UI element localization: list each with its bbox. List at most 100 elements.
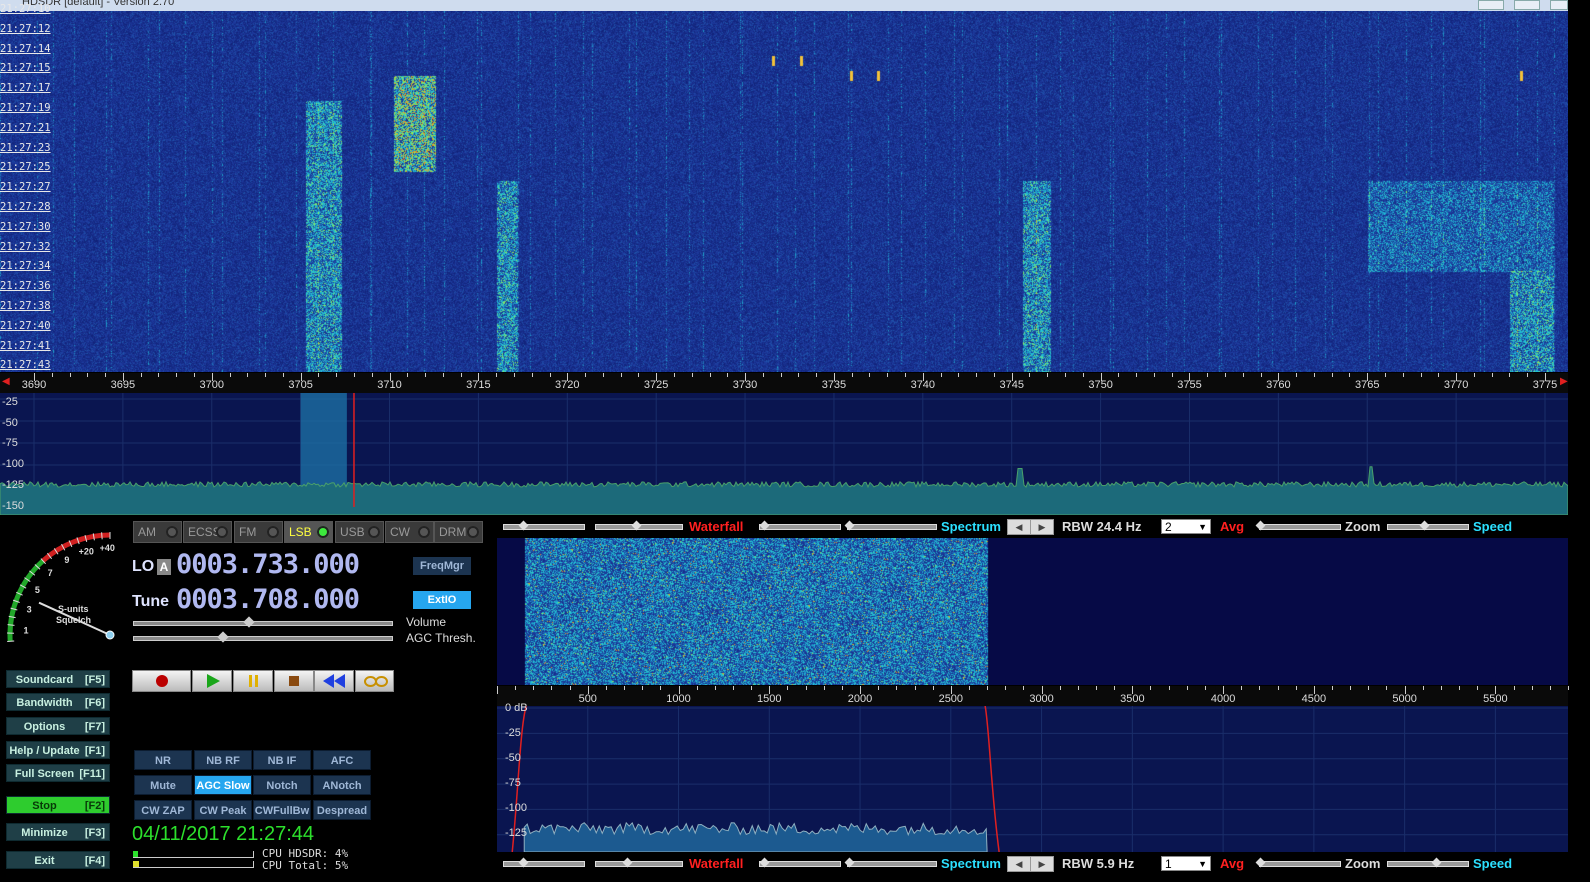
- dsp-mute-button[interactable]: Mute: [134, 775, 192, 795]
- pause-button[interactable]: [233, 670, 273, 692]
- s-meter[interactable]: 1 3 5 7 9 +20 +40 S-units Squelch: [0, 525, 125, 650]
- mode-cw[interactable]: CW: [385, 521, 434, 543]
- mode-ecss[interactable]: ECSS: [183, 521, 232, 543]
- dsp-afc-button[interactable]: AFC: [313, 750, 371, 770]
- spectrum-max-slider-bottom[interactable]: [847, 861, 937, 867]
- extio-button[interactable]: ExtIO: [413, 591, 471, 609]
- loop-button[interactable]: [355, 670, 394, 692]
- audio-scale-tick: [914, 686, 916, 690]
- dsp-cw-zap-button[interactable]: CW ZAP: [134, 800, 192, 820]
- spectrum-min-slider[interactable]: [759, 524, 841, 530]
- zoom-slider[interactable]: [1259, 524, 1341, 530]
- audio-frequency-scale[interactable]: 500 1000 1500 2000 2500 3000 3500 4000 4500 5000 5…: [497, 686, 1569, 706]
- scale-tick: [798, 373, 800, 377]
- scale-tick: [780, 373, 782, 377]
- datetime: 04/11/2017 21:27:44: [132, 823, 315, 845]
- scale-label: 3745: [999, 379, 1024, 391]
- rbw-increase-button[interactable]: ▶: [1030, 519, 1054, 535]
- s-units-caption: S-units: [58, 604, 89, 614]
- scroll-right-icon[interactable]: ▶: [1560, 376, 1568, 387]
- scale-tick: [1349, 373, 1351, 377]
- nav-button-exit[interactable]: Exit [F4]: [6, 851, 110, 869]
- mode-usb[interactable]: USB: [335, 521, 384, 543]
- rbw-decrease-button[interactable]: ◀: [1007, 519, 1031, 535]
- dsp-cw-peak-button[interactable]: CW Peak: [194, 800, 252, 820]
- nav-button-soundcard[interactable]: Soundcard [F5]: [6, 670, 110, 688]
- main-waterfall[interactable]: [0, 11, 1568, 372]
- spectrum-label-bottom: Spectrum: [941, 856, 1001, 871]
- dsp-nb-rf-button[interactable]: NB RF: [194, 750, 252, 770]
- mode-am[interactable]: AM: [133, 521, 182, 543]
- rbw-increase-button-bottom[interactable]: ▶: [1030, 856, 1054, 872]
- rewind-button[interactable]: [314, 670, 354, 692]
- maximize-window-button[interactable]: [1514, 0, 1540, 10]
- dsp-nr-button[interactable]: NR: [134, 750, 192, 770]
- rbw-decrease-button-bottom[interactable]: ◀: [1007, 856, 1031, 872]
- agc-thresh-slider[interactable]: [133, 636, 393, 641]
- dsp-agc-slow-button[interactable]: AGC Slow: [194, 775, 252, 795]
- dsp-anotch-button[interactable]: ANotch: [313, 775, 371, 795]
- mode-lsb[interactable]: LSB: [284, 521, 333, 543]
- frequency-scale[interactable]: ◀ ▶ 3690 3695 3700 3705 3710 3715 3720 3725 3730…: [0, 373, 1568, 393]
- zoom-label: Zoom: [1345, 519, 1381, 534]
- dsp-despread-button[interactable]: Despread: [313, 800, 371, 820]
- nav-button-stop[interactable]: Stop [F2]: [6, 796, 110, 814]
- lo-frequency[interactable]: 0003.733.000: [176, 549, 360, 580]
- scale-tick: [460, 373, 462, 377]
- dsp-cwfullbw-button[interactable]: CWFullBw: [253, 800, 311, 820]
- waterfall-max-slider-bottom[interactable]: [595, 861, 683, 867]
- scale-tick: [727, 373, 729, 377]
- stop-button[interactable]: [274, 670, 314, 692]
- scale-label: 3750: [1088, 379, 1113, 391]
- waterfall-min-slider-bottom[interactable]: [503, 861, 585, 867]
- squelch-handle[interactable]: [105, 630, 115, 640]
- scroll-left-icon[interactable]: ◀: [2, 376, 10, 387]
- scale-tick: [1491, 373, 1493, 377]
- nav-button-full-screen[interactable]: Full Screen [F11]: [6, 764, 110, 782]
- tune-frequency[interactable]: 0003.708.000: [176, 584, 360, 615]
- avg-label-bottom: Avg: [1220, 856, 1245, 871]
- audio-scale-tick: [1549, 686, 1551, 690]
- mode-drm[interactable]: DRM: [434, 521, 483, 543]
- nav-button-options[interactable]: Options [F7]: [6, 717, 110, 735]
- audio-waterfall[interactable]: [497, 538, 1568, 685]
- spectrum-min-slider-bottom[interactable]: [759, 861, 841, 867]
- scale-label: 3720: [555, 379, 580, 391]
- play-button[interactable]: [192, 670, 232, 692]
- freqmgr-button[interactable]: FreqMgr: [413, 557, 471, 575]
- close-window-button[interactable]: [1550, 0, 1568, 10]
- scale-tick: [816, 373, 818, 377]
- audio-scale-tick: [1277, 686, 1279, 690]
- nav-button-minimize[interactable]: Minimize [F3]: [6, 823, 110, 841]
- minimize-window-button[interactable]: [1478, 0, 1504, 10]
- record-button[interactable]: [132, 670, 191, 692]
- mode-fm[interactable]: FM: [234, 521, 283, 543]
- audio-scale-tick: [696, 686, 698, 690]
- lo-badge[interactable]: A: [157, 559, 171, 575]
- avg-select[interactable]: 2 ▼: [1161, 519, 1211, 534]
- main-spectrum[interactable]: -25 -50 -75 -100 -125 -150: [0, 393, 1569, 516]
- mode-label: LSB: [289, 525, 312, 539]
- speed-slider-bottom[interactable]: [1387, 861, 1469, 867]
- scale-tick: [869, 373, 871, 377]
- rbw-value-bottom: RBW 5.9 Hz: [1062, 856, 1135, 871]
- nav-button-help-update[interactable]: Help / Update [F1]: [6, 741, 110, 759]
- scale-label: 3755: [1177, 379, 1202, 391]
- nav-button-bandwidth[interactable]: Bandwidth [F6]: [6, 693, 110, 711]
- audio-spectrum[interactable]: 0 dB -25 -50 -75 -100 -125: [497, 702, 1568, 853]
- nav-button-label: Help / Update: [9, 745, 80, 757]
- db-label: -25: [2, 396, 18, 408]
- audio-db-label: -125: [505, 827, 528, 839]
- zoom-slider-bottom[interactable]: [1259, 861, 1341, 867]
- audio-scale-tick: [1096, 686, 1098, 690]
- spectrum-max-slider[interactable]: [847, 524, 937, 530]
- avg-select-bottom[interactable]: 1 ▼: [1161, 856, 1211, 871]
- dsp-nb-if-button[interactable]: NB IF: [253, 750, 311, 770]
- nav-button-label: Stop: [32, 800, 57, 812]
- scale-label: 3730: [732, 379, 758, 391]
- waterfall-min-slider[interactable]: [503, 524, 585, 530]
- waterfall-timestamp: 21:27:14: [0, 42, 51, 55]
- volume-slider[interactable]: [133, 621, 393, 626]
- dsp-notch-button[interactable]: Notch: [253, 775, 311, 795]
- scale-tick: [265, 373, 267, 377]
